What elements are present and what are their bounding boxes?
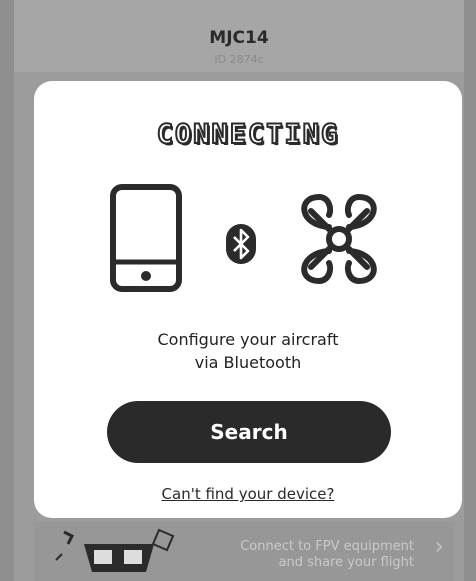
banner-text: Connect to FPV equipment and share your … <box>240 539 414 571</box>
drone-icon <box>301 193 377 285</box>
device-header: MJC14 ID 2874c <box>14 0 464 72</box>
smartphone-icon <box>110 184 182 292</box>
fpv-banner[interactable]: Connect to FPV equipment and share your … <box>34 522 454 581</box>
search-button[interactable]: Search <box>107 401 391 463</box>
banner-line-2: and share your flight <box>278 555 414 570</box>
fpv-goggles-graphic <box>55 528 175 572</box>
device-name: MJC14 <box>209 28 269 48</box>
chevron-right-icon: › <box>434 532 444 560</box>
description-line-2: via Bluetooth <box>194 353 302 372</box>
device-id: ID 2874c <box>214 53 264 66</box>
bluetooth-icon <box>226 224 256 264</box>
description-line-1: Configure your aircraft <box>157 330 339 349</box>
dialog-title: CONNECTING <box>156 118 340 151</box>
banner-line-1: Connect to FPV equipment <box>240 539 414 554</box>
cant-find-device-link[interactable]: Can't find your device? <box>34 485 462 503</box>
connecting-dialog: CONNECTING Configure your aircraft via B… <box>34 81 462 518</box>
dialog-description: Configure your aircraft via Bluetooth <box>34 328 462 374</box>
